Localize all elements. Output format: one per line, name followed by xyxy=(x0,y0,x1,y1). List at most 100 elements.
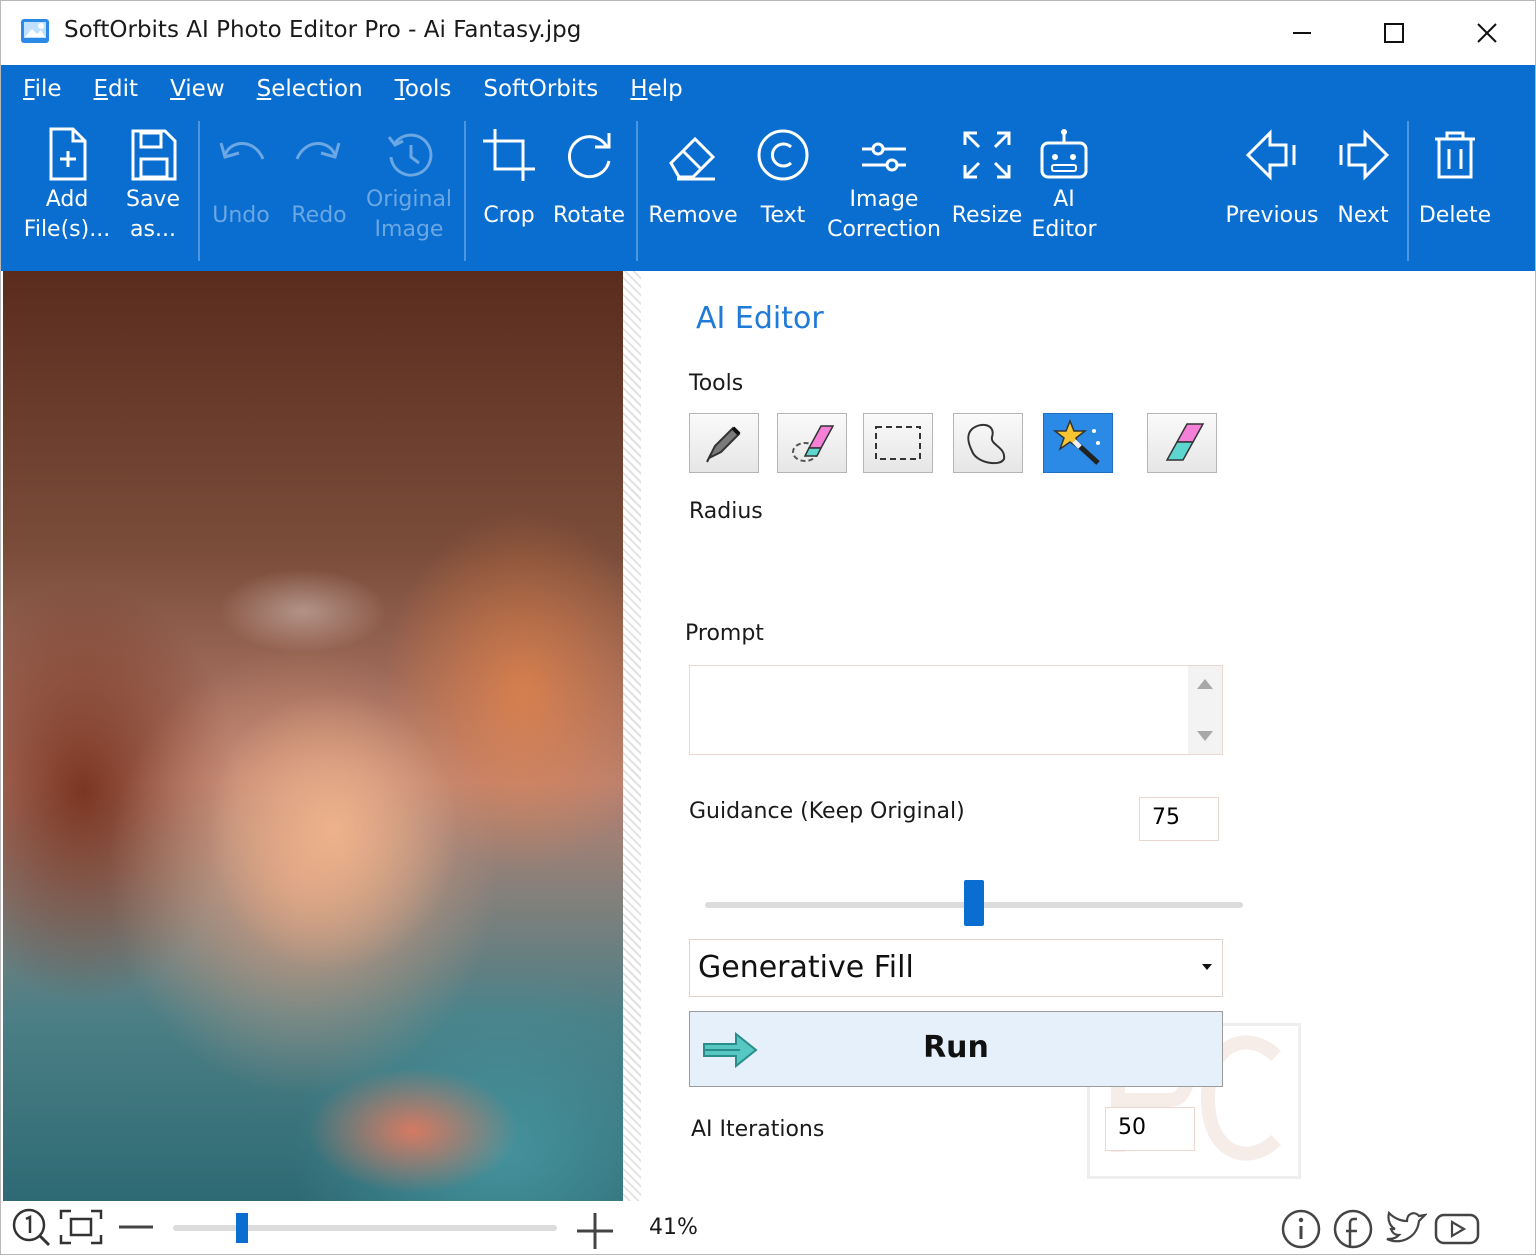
scroll-up-icon xyxy=(1197,679,1213,689)
radius-label: Radius xyxy=(689,499,763,524)
history-icon xyxy=(387,133,433,177)
app-icon xyxy=(19,15,51,47)
guidance-label: Guidance (Keep Original) xyxy=(689,799,965,824)
ai-editor-label-2: Editor xyxy=(1031,217,1097,242)
status-bar: 41% xyxy=(1,1201,1535,1254)
zoom-slider-thumb[interactable] xyxy=(236,1213,249,1243)
minimize-button[interactable] xyxy=(1256,9,1348,57)
original-image-label-2: Image xyxy=(374,217,444,242)
menu-softorbits[interactable]: SoftOrbits xyxy=(483,73,598,109)
mode-dropdown[interactable]: Generative Fill xyxy=(689,939,1223,997)
original-image-button[interactable]: Original Image xyxy=(361,125,457,245)
crop-label: Crop xyxy=(483,203,535,228)
dropdown-arrow-icon xyxy=(1202,964,1212,970)
twitter-button[interactable] xyxy=(1383,1205,1429,1253)
fit-screen-icon xyxy=(59,1209,103,1245)
image-correction-button[interactable]: Image Correction xyxy=(823,125,945,245)
close-button[interactable] xyxy=(1441,9,1533,57)
prompt-scrollbar[interactable] xyxy=(1188,666,1222,754)
menu-bar: File Edit View Selection Tools SoftOrbit… xyxy=(23,73,715,109)
iterations-label: AI Iterations xyxy=(691,1117,825,1142)
lasso-tool-button[interactable] xyxy=(953,413,1023,473)
zoom-actual-icon xyxy=(12,1208,51,1247)
toolbar-separator xyxy=(464,121,466,261)
zoom-actual-button[interactable] xyxy=(9,1205,53,1253)
maximize-icon xyxy=(1384,23,1404,43)
toolbar-separator xyxy=(636,121,638,261)
facebook-icon xyxy=(1333,1209,1373,1249)
menu-selection[interactable]: Selection xyxy=(257,73,363,109)
previous-button[interactable]: Previous xyxy=(1223,125,1321,231)
zoom-slider[interactable] xyxy=(173,1213,557,1243)
previous-label: Previous xyxy=(1225,203,1319,228)
facebook-button[interactable] xyxy=(1331,1205,1375,1253)
menu-edit[interactable]: Edit xyxy=(94,73,139,109)
add-files-label-2: File(s)... xyxy=(23,217,111,242)
toolbar-separator xyxy=(198,121,200,261)
resize-label: Resize xyxy=(951,203,1023,228)
arrow-right-icon xyxy=(1339,129,1390,181)
menu-file[interactable]: File xyxy=(23,73,62,109)
add-files-label-1: Add xyxy=(45,187,89,212)
menu-tools[interactable]: Tools xyxy=(395,73,452,109)
close-icon xyxy=(1477,23,1497,43)
zoom-in-button[interactable] xyxy=(575,1205,615,1253)
remove-button[interactable]: Remove xyxy=(643,125,743,231)
remove-label: Remove xyxy=(648,203,738,228)
title-bar: SoftOrbits AI Photo Editor Pro - Ai Fant… xyxy=(1,1,1535,65)
info-icon xyxy=(1281,1209,1321,1249)
redo-icon xyxy=(295,142,341,160)
magic-wand-tool-button[interactable] xyxy=(1043,413,1113,473)
add-files-button[interactable]: Add File(s)... xyxy=(23,125,111,245)
save-as-button[interactable]: Save as... xyxy=(113,125,193,245)
rotate-button[interactable]: Rotate xyxy=(549,125,629,231)
redo-button[interactable]: Redo xyxy=(283,125,355,231)
crop-icon xyxy=(483,129,535,181)
image-canvas[interactable] xyxy=(3,271,623,1201)
brush-tool-button[interactable] xyxy=(689,413,759,473)
text-button[interactable]: Text xyxy=(751,125,815,231)
delete-button[interactable]: Delete xyxy=(1415,125,1495,231)
arrow-left-icon xyxy=(1245,129,1296,181)
run-label: Run xyxy=(923,1030,989,1065)
zoom-in-icon xyxy=(577,1213,613,1249)
undo-icon xyxy=(219,142,265,160)
zoom-out-button[interactable] xyxy=(117,1205,157,1253)
marker-icon xyxy=(706,426,741,463)
crop-button[interactable]: Crop xyxy=(475,125,543,231)
zoom-level: 41% xyxy=(649,1215,698,1240)
next-label: Next xyxy=(1337,203,1389,228)
resize-button[interactable]: Resize xyxy=(949,125,1025,231)
eraser-selection-icon xyxy=(792,425,835,462)
eraser-icon xyxy=(1165,423,1205,461)
undo-label: Undo xyxy=(212,203,270,228)
rectangle-select-tool-button[interactable] xyxy=(863,413,933,473)
ai-editor-button[interactable]: AI Editor xyxy=(1029,125,1099,245)
rectangle-select-icon xyxy=(875,426,921,460)
guidance-slider-thumb[interactable] xyxy=(964,880,984,926)
fit-screen-button[interactable] xyxy=(57,1205,105,1253)
eraser-tool-button[interactable] xyxy=(1147,413,1217,473)
info-button[interactable] xyxy=(1279,1205,1323,1253)
youtube-button[interactable] xyxy=(1433,1205,1481,1253)
save-icon xyxy=(131,129,177,181)
guidance-slider[interactable] xyxy=(705,880,1243,926)
run-button[interactable]: Run xyxy=(689,1011,1223,1087)
panel-title: AI Editor xyxy=(696,301,824,336)
undo-button[interactable]: Undo xyxy=(206,125,276,231)
menu-view[interactable]: View xyxy=(170,73,225,109)
ribbon-toolbar: File Edit View Selection Tools SoftOrbit… xyxy=(1,65,1535,271)
menu-help[interactable]: Help xyxy=(630,73,682,109)
prompt-input[interactable] xyxy=(689,665,1223,755)
youtube-icon xyxy=(1434,1213,1480,1245)
next-button[interactable]: Next xyxy=(1331,125,1395,231)
save-as-label-2: as... xyxy=(130,217,176,242)
trash-icon xyxy=(1435,131,1475,179)
iterations-value-input[interactable]: 50 xyxy=(1105,1107,1195,1151)
guidance-value-input[interactable]: 75 xyxy=(1139,797,1219,841)
erase-selection-tool-button[interactable] xyxy=(777,413,847,473)
resize-icon xyxy=(963,131,1011,179)
maximize-button[interactable] xyxy=(1348,9,1440,57)
rotate-icon xyxy=(568,133,611,179)
copyright-text-icon xyxy=(757,129,809,181)
